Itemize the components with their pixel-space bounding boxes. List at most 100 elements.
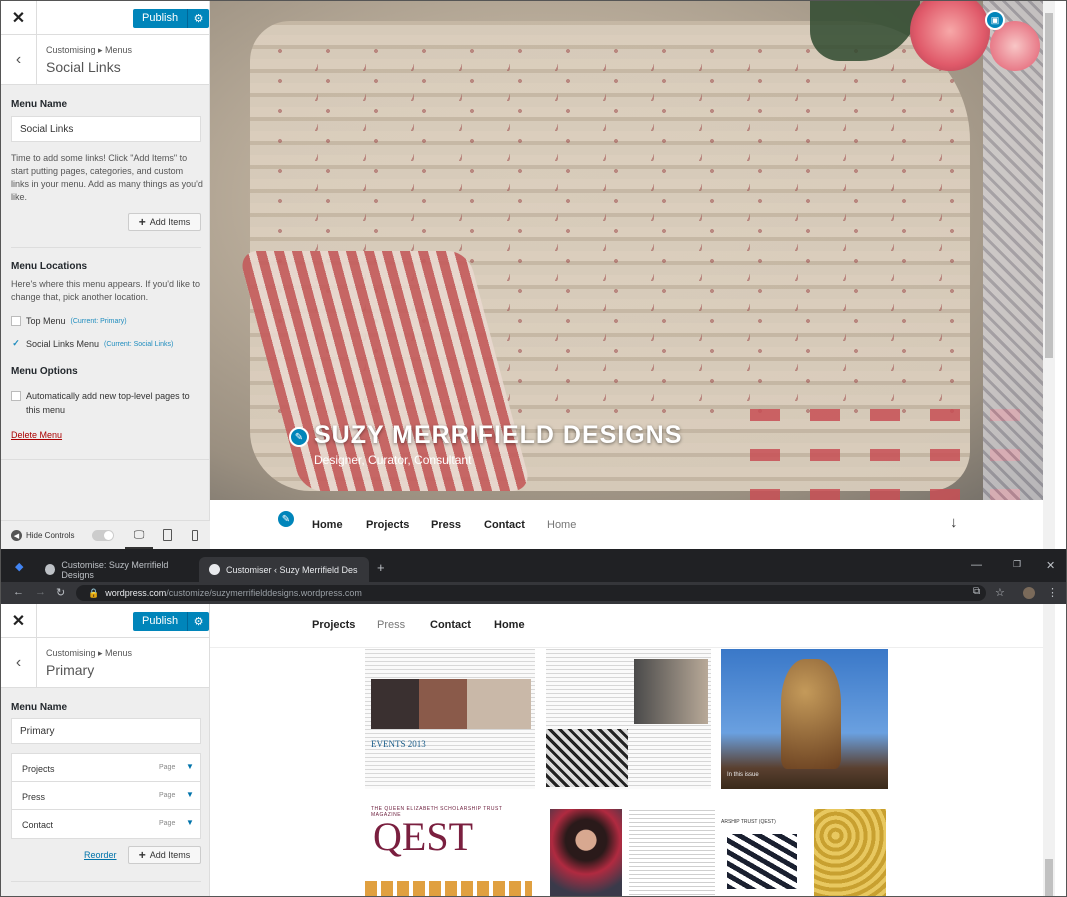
browser-window-bottom: ◆ Customise: Suzy Merrifield Designs Cus… xyxy=(1,549,1066,896)
in-this-issue-label: In this issue xyxy=(727,772,759,778)
maximize-icon[interactable]: ❐ xyxy=(1013,559,1021,570)
new-tab-button[interactable]: + xyxy=(377,560,385,575)
scrollbar-thumb[interactable] xyxy=(1045,13,1053,358)
plus-icon: + xyxy=(138,848,146,862)
customizer-sidebar: ✕ Publish ⚙ ‹ Customising ▸ Menus Social… xyxy=(1,1,210,549)
back-icon[interactable]: ← xyxy=(13,586,24,598)
checkbox[interactable] xyxy=(11,316,21,326)
tab-label: Customise: Suzy Merrifield Designs xyxy=(61,559,169,580)
press-clipping-events[interactable]: EVENTS 2013 xyxy=(365,649,535,789)
violin-scroll-shape xyxy=(781,659,841,769)
press-clipping-violin[interactable]: In this issue xyxy=(721,649,888,789)
tab-customise[interactable]: Customise: Suzy Merrifield Designs xyxy=(35,557,195,582)
scrollbar-thumb[interactable] xyxy=(1045,859,1053,896)
scrollbar[interactable] xyxy=(1043,604,1055,896)
nav-item-projects[interactable]: Projects xyxy=(366,519,409,531)
mobile-preview-icon[interactable] xyxy=(186,527,204,543)
close-icon[interactable]: ✕ xyxy=(1,1,37,35)
qest-magazine-cover[interactable]: THE QUEEN ELIZABETH SCHOLARSHIP TRUST MA… xyxy=(365,801,532,896)
gold-textile-image[interactable] xyxy=(814,809,886,896)
press-clipping-qest[interactable]: ARSHIP TRUST (QEST) xyxy=(719,809,809,896)
chevron-down-icon[interactable]: ▼ xyxy=(186,818,194,827)
checkbox[interactable] xyxy=(11,391,21,401)
menu-name-label: Menu Name xyxy=(11,99,68,110)
add-items-label: Add Items xyxy=(149,217,191,227)
customizer-window-top: ✕ Publish ⚙ ‹ Customising ▸ Menus Social… xyxy=(1,1,1066,549)
reorder-link[interactable]: Reorder xyxy=(84,850,117,860)
customizer-header: ✕ Publish ⚙ xyxy=(1,604,210,638)
site-title[interactable]: SUZY MERRIFIELD DESIGNS xyxy=(314,421,682,450)
header-image-edit-icon[interactable]: ▣ xyxy=(985,10,1005,30)
section-title: Social Links xyxy=(46,59,121,75)
tab-customiser[interactable]: Customiser ‹ Suzy Merrifield Des xyxy=(199,557,369,582)
press-clipping-award[interactable] xyxy=(546,649,711,789)
hero-image: ▣ ✎ SUZY MERRIFIELD DESIGNS Designer, Cu… xyxy=(210,1,1043,500)
window-close-icon[interactable]: ✕ xyxy=(1046,559,1055,572)
minimize-icon[interactable]: — xyxy=(971,559,982,571)
edit-pencil-icon[interactable]: ✎ xyxy=(289,427,309,447)
section-header: ‹ Customising ▸ Menus Primary xyxy=(1,638,209,688)
tab-strip: ◆ Customise: Suzy Merrifield Designs Cus… xyxy=(1,549,1066,582)
publish-button[interactable]: Publish xyxy=(133,612,188,631)
open-external-icon[interactable]: ⧉ xyxy=(973,586,980,597)
profile-avatar[interactable] xyxy=(1023,587,1035,599)
menu-help-text: Time to add some links! Click "Add Items… xyxy=(11,153,203,202)
chevron-down-icon[interactable]: ▼ xyxy=(186,762,194,771)
url-host: wordpress.com xyxy=(105,588,167,598)
gear-icon[interactable]: ⚙ xyxy=(187,9,210,28)
chevron-down-icon[interactable]: ▼ xyxy=(186,790,194,799)
nav-item-press[interactable]: Press xyxy=(377,619,405,631)
publish-group: Publish ⚙ xyxy=(133,612,210,631)
nav-item-projects[interactable]: Projects xyxy=(312,619,355,631)
press-clipping-text[interactable] xyxy=(629,809,715,896)
menu-name-input[interactable]: Social Links xyxy=(11,116,201,142)
nav-item-home[interactable]: Home xyxy=(494,619,525,631)
star-icon[interactable]: ☆ xyxy=(995,586,1005,599)
location-social-links-menu[interactable]: ✓ Social Links Menu (Current: Social Lin… xyxy=(11,339,173,350)
pattern-image xyxy=(727,834,797,889)
menu-item-projects[interactable]: Projects Page ▼ xyxy=(12,754,200,782)
more-menu-icon[interactable]: ⋮ xyxy=(1047,586,1058,599)
url-field[interactable]: 🔒 wordpress.com/customize/suzymerrifield… xyxy=(76,585,986,601)
reload-icon[interactable]: ↻ xyxy=(56,586,65,599)
divider xyxy=(11,881,201,882)
cover-strip xyxy=(365,881,532,896)
scrollbar[interactable] xyxy=(1043,1,1055,549)
delete-menu-link[interactable]: Delete Menu xyxy=(11,430,62,440)
menu-locations-label: Menu Locations xyxy=(11,261,88,272)
add-items-button[interactable]: + Add Items xyxy=(128,213,201,231)
scroll-down-arrow-icon[interactable]: ↓ xyxy=(950,514,958,531)
nav-item-press[interactable]: Press xyxy=(431,519,461,531)
gear-icon[interactable]: ⚙ xyxy=(187,612,210,631)
dropbox-icon[interactable]: ◆ xyxy=(15,560,23,573)
nav-item-contact[interactable]: Contact xyxy=(484,519,525,531)
menu-name-input[interactable]: Primary xyxy=(11,718,201,744)
menu-item-type: Page xyxy=(159,792,176,799)
desktop-preview-icon[interactable]: 🖵 xyxy=(125,524,153,549)
events-heading: EVENTS 2013 xyxy=(371,739,426,749)
edit-pencil-icon[interactable]: ✎ xyxy=(276,509,296,529)
toggle-switch[interactable] xyxy=(92,530,114,541)
nav-item-contact[interactable]: Contact xyxy=(430,619,471,631)
menu-item-contact[interactable]: Contact Page ▼ xyxy=(12,810,200,838)
location-top-menu[interactable]: Top Menu (Current: Primary) xyxy=(11,316,127,326)
add-items-button[interactable]: + Add Items xyxy=(128,846,201,864)
tab-label: Customiser ‹ Suzy Merrifield Des xyxy=(226,564,358,575)
lace-shape xyxy=(983,1,1043,500)
checkbox-checked[interactable]: ✓ xyxy=(11,339,21,349)
auto-add-option[interactable]: Automatically add new top-level pages to… xyxy=(11,389,201,417)
tablet-preview-icon[interactable] xyxy=(158,527,176,543)
menu-item-press[interactable]: Press Page ▼ xyxy=(12,782,200,810)
publish-button[interactable]: Publish xyxy=(133,9,188,28)
designer-portrait[interactable] xyxy=(550,809,622,896)
site-preview: Projects Press Contact Home EVENTS 2013 … xyxy=(210,604,1043,896)
customizer-footer: ◀ Hide Controls 🖵 xyxy=(1,520,210,549)
back-arrow-icon[interactable]: ‹ xyxy=(1,638,37,688)
hide-controls-button[interactable]: ◀ Hide Controls xyxy=(11,530,74,541)
nav-item-home[interactable]: Home xyxy=(312,519,343,531)
close-icon[interactable]: ✕ xyxy=(1,604,37,638)
forward-icon[interactable]: → xyxy=(35,586,46,598)
back-arrow-icon[interactable]: ‹ xyxy=(1,35,37,85)
qest-title: QEST xyxy=(373,814,473,859)
nav-item-home-secondary[interactable]: Home xyxy=(547,519,576,531)
